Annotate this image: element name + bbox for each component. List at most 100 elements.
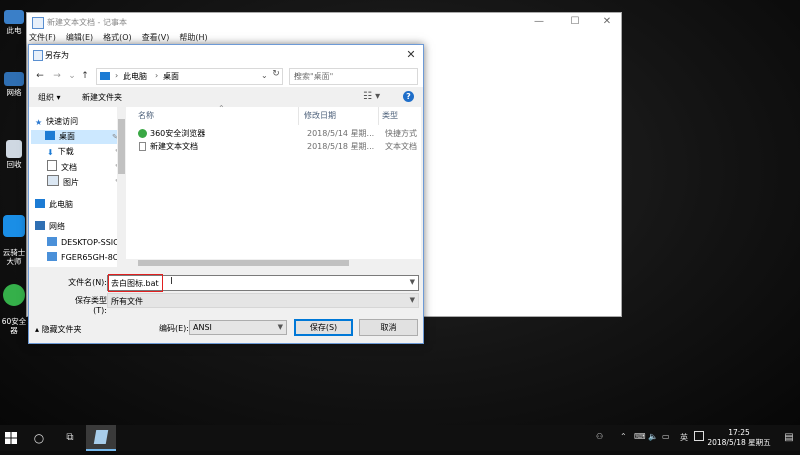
dialog-title: 另存为 (45, 51, 69, 60)
nav-network[interactable]: 网络 (35, 220, 120, 234)
menu-format[interactable]: 格式(O) (103, 31, 132, 45)
notepad-titlebar[interactable]: 新建文本文档 - 记事本 — ☐ ✕ (27, 13, 621, 31)
recycle-bin-icon (6, 140, 22, 158)
close-icon[interactable]: ✕ (403, 47, 419, 63)
filetype-select[interactable]: 所有文件 ▼ (107, 293, 419, 308)
browser-icon (138, 129, 147, 138)
menu-file[interactable]: 文件(F) (29, 31, 56, 45)
address-dropdown-icon[interactable]: ⌄ (261, 71, 268, 80)
computer-icon (47, 237, 57, 246)
volume-icon[interactable]: 🔈 (648, 432, 658, 441)
network-icon (4, 72, 24, 86)
nav-network-pc[interactable]: FGER65GH-8CA (35, 251, 120, 265)
column-modified[interactable]: 修改日期 (304, 110, 336, 121)
nav-this-pc[interactable]: 此电脑 (35, 198, 120, 212)
desktop-icon-yunqishi[interactable]: 云骑士 大师 (0, 206, 28, 266)
action-center-icon[interactable]: ▤ (780, 425, 798, 451)
recent-locations-chevron-icon[interactable]: ⌄ (66, 69, 78, 83)
desktop-icon-network[interactable]: 网络 (0, 72, 28, 97)
scrollbar-thumb[interactable] (118, 119, 125, 174)
save-as-dialog: 另存为 ✕ ← → ⌄ ↑ › 此电脑 › 桌面 ⌄ ↻ 搜索"桌面" ⌕ 组织… (28, 44, 424, 344)
nav-scrollbar[interactable] (117, 107, 126, 267)
hide-folders-toggle[interactable]: ▴ 隐藏文件夹 (35, 324, 82, 335)
app-icon (3, 215, 25, 237)
file-row[interactable]: 360安全浏览器 2018/5/14 星期... 快捷方式 (136, 127, 421, 140)
desktop-icon-label: 云骑士 大师 (2, 248, 26, 266)
taskbar: ○ ⧉ ⚇ ⌃ ⌨ 🔈 ▭ 英 17:25 2018/5/18 星期五 ▤ (0, 425, 800, 451)
file-list: 名称 ⌃ 修改日期 类型 360安全浏览器 2018/5/14 星期... 快捷… (126, 104, 421, 267)
encoding-select[interactable]: ANSI ▼ (189, 320, 287, 335)
taskbar-notepad-button[interactable] (86, 425, 116, 451)
filename-value: 去白图标.bat (111, 279, 159, 288)
nav-downloads[interactable]: ⬇下载 ✎ (35, 145, 121, 159)
refresh-icon[interactable]: ↻ (270, 69, 282, 83)
windows-icon (5, 432, 17, 444)
filetype-value: 所有文件 (111, 297, 143, 306)
save-button[interactable]: 保存(S) (294, 319, 353, 336)
chevron-down-icon[interactable]: ▼ (410, 278, 415, 286)
column-type[interactable]: 类型 (382, 110, 398, 121)
text-file-icon (139, 142, 146, 151)
nav-network-pc[interactable]: DESKTOP-SSIC (35, 236, 120, 250)
nav-documents[interactable]: 文档 ✎ (35, 160, 121, 174)
menu-help[interactable]: 帮助(H) (179, 31, 207, 45)
show-hidden-icons-chevron-icon[interactable]: ⌃ (620, 432, 627, 441)
address-bar[interactable]: › 此电脑 › 桌面 ⌄ (96, 68, 283, 85)
notepad-menubar: 文件(F) 编辑(E) 格式(O) 查看(V) 帮助(H) (27, 31, 621, 45)
people-icon[interactable]: ⚇ (596, 432, 603, 441)
close-button[interactable]: ✕ (593, 15, 621, 29)
maximize-button[interactable]: ☐ (561, 15, 589, 29)
new-folder-button[interactable]: 新建文件夹 (82, 92, 122, 103)
computer-icon (47, 252, 57, 261)
notification-icon[interactable]: ⌨ (634, 432, 646, 441)
text-cursor-icon: I (170, 276, 173, 287)
menu-view[interactable]: 查看(V) (142, 31, 170, 45)
start-button[interactable] (0, 425, 22, 451)
computer-icon (100, 72, 110, 80)
nav-desktop[interactable]: 桌面 ✎ (31, 130, 118, 144)
document-icon (47, 160, 57, 171)
network-tray-icon[interactable]: ▭ (662, 432, 670, 441)
picture-icon (47, 175, 59, 186)
desktop-icon-recycle-bin[interactable]: 回收 (0, 140, 28, 169)
menu-edit[interactable]: 编辑(E) (66, 31, 93, 45)
cancel-button[interactable]: 取消 (359, 319, 418, 336)
clock-time: 17:25 (728, 428, 750, 437)
sort-chevron-icon: ⌃ (218, 104, 225, 113)
desktop-icon-360-browser[interactable]: 60安全 器 (0, 275, 28, 335)
file-list-horizontal-scrollbar[interactable] (126, 259, 421, 267)
view-options-icon[interactable]: ☷ ▾ (363, 91, 380, 102)
minimize-button[interactable]: — (525, 15, 553, 29)
up-arrow-icon[interactable]: ↑ (79, 69, 91, 83)
browser-icon (3, 284, 25, 306)
forward-arrow-icon[interactable]: → (51, 69, 63, 83)
breadcrumb-desktop[interactable]: 桌面 (163, 71, 179, 82)
task-view-icon[interactable]: ⧉ (58, 425, 82, 451)
desktop-icon-label: 此电 (6, 26, 22, 35)
filename-input[interactable]: 去白图标.bat I ▼ (107, 274, 419, 292)
column-name[interactable]: 名称 (138, 110, 154, 121)
encoding-value: ANSI (193, 323, 212, 332)
dialog-footer: ▴ 隐藏文件夹 编码(E): ANSI ▼ 保存(S) 取消 (29, 313, 423, 343)
nav-pictures[interactable]: 图片 ✎ (35, 175, 121, 189)
desktop-icon-this-pc[interactable]: 此电 (0, 10, 28, 35)
nav-quick-access[interactable]: ★ 快速访问 (35, 115, 120, 129)
breadcrumb-this-pc[interactable]: 此电脑 (123, 71, 147, 82)
star-icon: ★ (35, 118, 43, 127)
command-bar: 组织 ▾ 新建文件夹 ☷ ▾ ? (29, 87, 423, 107)
file-row[interactable]: 新建文本文档 2018/5/18 星期... 文本文档 (136, 140, 421, 153)
help-icon[interactable]: ? (403, 91, 414, 102)
scrollbar-thumb[interactable] (138, 260, 349, 266)
search-icon: ⌕ (294, 70, 300, 80)
clock[interactable]: 17:25 2018/5/18 星期五 (702, 428, 776, 448)
organize-button[interactable]: 组织 ▾ (38, 92, 61, 103)
encoding-label: 编码(E): (159, 324, 189, 333)
clock-date: 2018/5/18 星期五 (707, 438, 771, 447)
search-circle-icon[interactable]: ○ (28, 425, 50, 451)
dialog-titlebar[interactable]: 另存为 ✕ (29, 45, 423, 65)
input-method-indicator[interactable]: 英 (680, 432, 688, 443)
download-icon: ⬇ (47, 148, 54, 157)
notepad-title: 新建文本文档 - 记事本 (47, 18, 127, 27)
search-input[interactable]: 搜索"桌面" ⌕ (289, 68, 418, 85)
back-arrow-icon[interactable]: ← (34, 69, 46, 83)
